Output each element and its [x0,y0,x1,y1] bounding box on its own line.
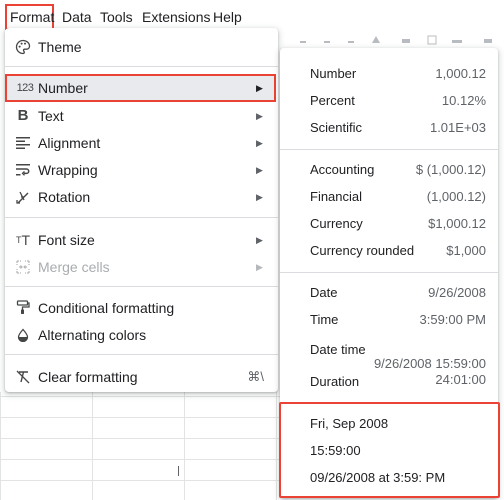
menu-divider [5,286,278,287]
number-format-icon: 123 [16,82,34,94]
submenu-item-scientific[interactable]: Scientific 1.01E+03 [280,115,498,141]
bold-icon: B [17,107,29,124]
format-example: 24:01:00 [435,372,486,387]
menu-item-font-size[interactable]: TT Font size ▶ [5,226,278,253]
cell-text-cursor [178,466,179,476]
submenu-item-custom-time[interactable]: 15:59:00 [310,443,361,458]
clear-format-icon [14,368,32,386]
menu-divider [5,217,278,218]
submenu-divider [280,149,498,150]
color-fill-icon [14,326,32,344]
submenu-item-duration[interactable]: Duration [310,374,359,389]
submenu-item-percent[interactable]: Percent 10.12% [280,88,498,114]
format-example: $1,000.12 [428,216,486,231]
submenu-item-date-time[interactable]: Date time [310,342,366,357]
format-name: Currency rounded [310,243,415,258]
custom-formats-highlight: Fri, Sep 2008 15:59:00 09/26/2008 at 3:5… [279,402,500,498]
menu-item-conditional-formatting[interactable]: Conditional formatting [5,294,278,321]
format-name: Number [310,66,357,81]
menu-item-label: Alignment [38,134,101,151]
format-name: Date [310,285,338,300]
merge-cells-icon [14,258,32,276]
format-example-group: 9/26/2008 15:59:00 24:01:00 [374,356,486,388]
menu-item-alternating-colors[interactable]: Alternating colors [5,321,278,348]
menu-item-label: Wrapping [38,161,98,178]
keyboard-shortcut: ⌘\ [247,368,264,384]
submenu-arrow-icon: ▶ [256,164,263,175]
font-size-icon: TT [15,231,31,248]
format-name: Percent [310,93,355,108]
text-rotation-icon [14,188,32,206]
menu-item-label: Clear formatting [38,368,138,385]
format-example: 9/26/2008 [428,285,486,300]
format-name: Financial [310,189,363,204]
grid-column-divider [92,392,93,500]
menu-extensions[interactable]: Extensions [138,4,214,30]
menu-item-alignment[interactable]: Alignment ▶ [5,129,278,156]
menu-divider [5,354,278,355]
submenu-arrow-icon: ▶ [256,191,263,202]
format-name: Scientific [310,120,363,135]
submenu-item-date[interactable]: Date 9/26/2008 [280,280,498,306]
submenu-item-custom-date-time[interactable]: 09/26/2008 at 3:59: PM [310,470,445,485]
menu-item-label: Text [38,107,64,124]
menu-format[interactable]: Format [5,4,54,30]
menu-item-wrapping[interactable]: Wrapping ▶ [5,156,278,183]
format-example: 9/26/2008 15:59:00 [373,356,486,371]
format-example: 10.12% [441,93,486,108]
submenu-item-currency[interactable]: Currency $1,000.12 [280,211,498,237]
submenu-arrow-icon: ▶ [256,234,263,245]
menu-item-text[interactable]: B Text ▶ [5,102,278,129]
menu-divider [5,66,278,67]
palette-icon [14,38,32,56]
menu-item-label: Number [38,80,88,96]
menu-item-label: Font size [38,231,95,248]
menu-item-clear-formatting[interactable]: Clear formatting ⌘\ [5,363,278,390]
format-menu: Theme 123 Number ▶ B Text ▶ Alignment ▶ … [5,28,278,392]
submenu-item-custom-date[interactable]: Fri, Sep 2008 [310,416,388,431]
menu-item-number[interactable]: 123 Number ▶ [5,74,276,102]
menu-item-label: Theme [38,38,82,55]
submenu-item-number[interactable]: Number 1,000.12 [280,61,498,87]
submenu-arrow-icon: ▶ [256,83,263,93]
menu-item-label: Merge cells [38,258,110,275]
grid-column-divider [184,392,185,500]
format-name: Time [310,312,339,327]
format-example: 1.01E+03 [429,120,486,135]
format-example: (1,000.12) [426,189,486,204]
text-wrap-icon [14,161,32,179]
menu-data[interactable]: Data [58,4,96,30]
submenu-item-currency-rounded[interactable]: Currency rounded $1,000 [280,238,498,264]
menu-item-rotation[interactable]: Rotation ▶ [5,183,278,210]
format-name: Currency [310,216,363,231]
menu-item-label: Alternating colors [38,326,147,343]
submenu-divider [280,272,498,273]
submenu-arrow-icon: ▶ [256,137,263,148]
align-left-icon [14,134,32,152]
number-submenu: Number 1,000.12 Percent 10.12% Scientifi… [279,48,500,498]
format-name: Accounting [310,162,375,177]
submenu-item-accounting[interactable]: Accounting $ (1,000.12) [280,157,498,183]
menu-item-merge-cells[interactable]: Merge cells ▶ [5,253,278,280]
format-example: $ (1,000.12) [415,162,486,177]
submenu-arrow-icon: ▶ [256,110,263,121]
submenu-arrow-icon: ▶ [256,261,263,272]
format-example: 3:59:00 PM [419,312,487,327]
spreadsheet-grid[interactable] [0,392,280,500]
format-example: 1,000.12 [435,66,486,81]
submenu-item-financial[interactable]: Financial (1,000.12) [280,184,498,210]
menu-help[interactable]: Help [209,4,246,30]
menu-item-theme[interactable]: Theme [5,33,278,60]
menu-item-label: Conditional formatting [38,299,175,316]
paint-roller-icon [14,299,32,317]
menu-item-label: Rotation [38,188,91,205]
submenu-item-time[interactable]: Time 3:59:00 PM [280,307,498,333]
menu-tools[interactable]: Tools [96,4,137,30]
toolbar-icons-icon [300,35,492,45]
format-example: $1,000 [446,243,486,258]
